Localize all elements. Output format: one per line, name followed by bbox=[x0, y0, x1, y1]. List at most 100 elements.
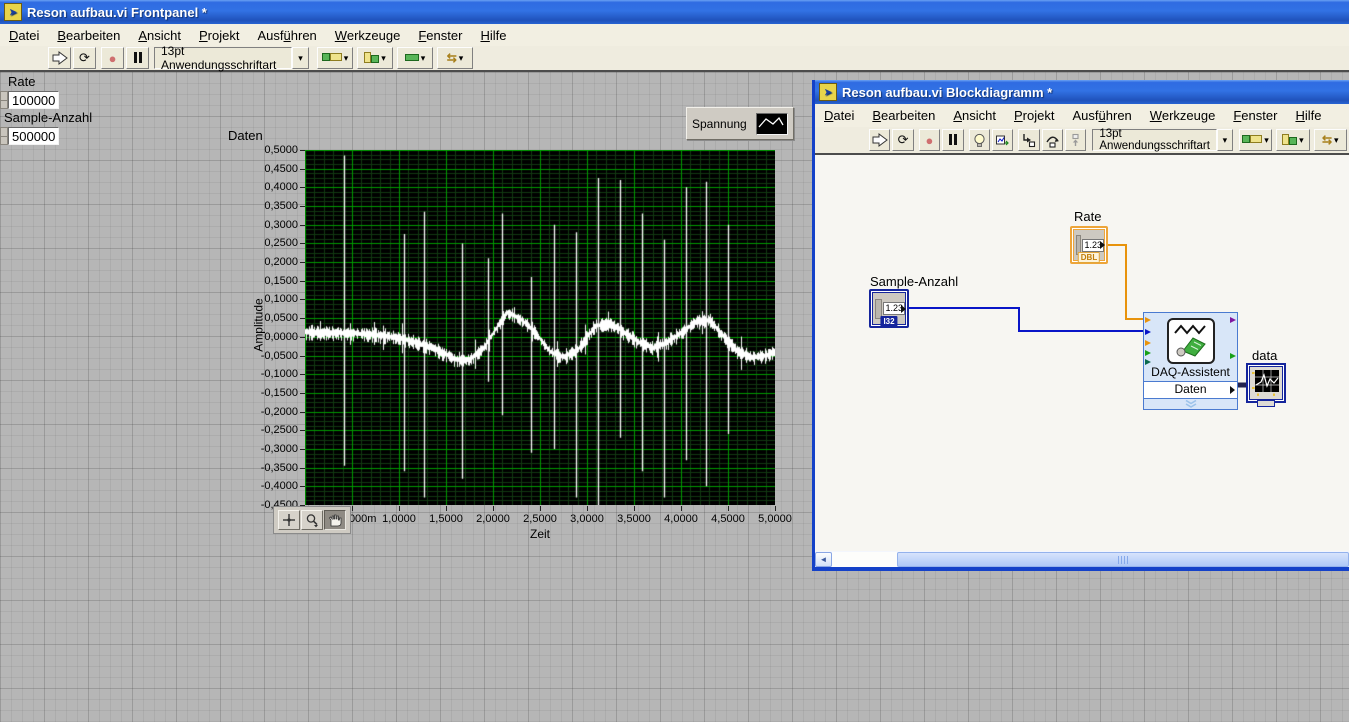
y-tick-mark bbox=[300, 486, 305, 487]
menu-fenster[interactable]: Fenster bbox=[409, 26, 471, 45]
highlight-execution-button[interactable] bbox=[968, 129, 990, 151]
graph-palette bbox=[273, 506, 351, 534]
front-panel-toolbar: ⟳ ● 13pt Anwendungsschriftart ▾ ▾ ▾ ▾ ⇆ … bbox=[0, 44, 1349, 72]
labview-vi-icon: ➤ bbox=[819, 83, 837, 101]
distribute-objects-dropdown[interactable]: ▾ bbox=[1276, 129, 1310, 151]
menu-bearbeiten[interactable]: Bearbeiten bbox=[863, 106, 944, 125]
daq-assistant-node[interactable]: DAQ-Assistent Daten bbox=[1143, 312, 1238, 410]
stop-button[interactable]: ● bbox=[918, 129, 941, 151]
reorder-icon: ⇆ bbox=[1321, 133, 1332, 147]
font-selector-arrow[interactable]: ▾ bbox=[292, 47, 309, 69]
font-selector[interactable]: 13pt Anwendungsschriftart bbox=[154, 44, 292, 72]
menu-bearbeiten[interactable]: Bearbeiten bbox=[48, 26, 129, 45]
cursor-tool-button[interactable] bbox=[278, 510, 300, 530]
menu-fenster[interactable]: Fenster bbox=[1224, 106, 1286, 125]
chevron-down-icon: ▾ bbox=[381, 52, 386, 63]
step-out-button[interactable] bbox=[1065, 129, 1087, 151]
y-tick-mark bbox=[300, 412, 305, 413]
samples-input[interactable]: 500000 bbox=[8, 127, 59, 145]
chart-legend[interactable]: Spannung bbox=[686, 107, 794, 140]
x-tick-mark bbox=[587, 506, 588, 511]
menu-ansicht[interactable]: Ansicht bbox=[944, 106, 1005, 125]
step-into-button[interactable] bbox=[1018, 129, 1040, 151]
chevron-down-icon: ▾ bbox=[1299, 134, 1304, 145]
zoom-tool-button[interactable] bbox=[301, 510, 323, 530]
front-panel-titlebar[interactable]: ➤ Reson aufbau.vi Frontpanel * bbox=[0, 0, 1349, 24]
menu-projekt[interactable]: Projekt bbox=[1005, 106, 1064, 125]
menu-ansicht[interactable]: Ansicht bbox=[129, 26, 190, 45]
step-over-button[interactable] bbox=[1041, 129, 1063, 151]
resize-objects-icon bbox=[404, 53, 419, 63]
rate-spinner[interactable] bbox=[0, 91, 8, 109]
y-tick-mark bbox=[300, 187, 305, 188]
x-tick-mark bbox=[728, 506, 729, 511]
horizontal-scrollbar[interactable]: ◄ bbox=[815, 551, 1349, 567]
rate-type-tag: DBL bbox=[1077, 252, 1101, 263]
chevron-down-icon: ▾ bbox=[1264, 134, 1269, 145]
waveform-chart-plot-area[interactable] bbox=[305, 150, 775, 505]
run-continuous-button[interactable]: ⟳ bbox=[892, 129, 914, 151]
y-tick-label: 0,3500 bbox=[264, 200, 298, 213]
samples-type-tag: I32 bbox=[880, 316, 898, 327]
menu-werkzeuge[interactable]: Werkzeuge bbox=[1141, 106, 1225, 125]
pan-tool-button[interactable] bbox=[324, 510, 346, 530]
pause-button[interactable] bbox=[126, 47, 149, 69]
align-objects-icon bbox=[1242, 135, 1263, 145]
x-tick-label: 5,0000 bbox=[758, 513, 792, 525]
menu-ausführen[interactable]: Ausführen bbox=[248, 26, 325, 45]
run-button[interactable] bbox=[869, 129, 891, 151]
legend-plot-sample-icon[interactable] bbox=[756, 112, 788, 135]
retain-wire-values-button[interactable] bbox=[991, 129, 1014, 151]
y-tick-label: -0,3500 bbox=[260, 461, 298, 474]
step-into-icon bbox=[1023, 133, 1036, 147]
expand-chevron-icon[interactable] bbox=[1144, 399, 1237, 409]
scrollbar-track[interactable] bbox=[832, 551, 897, 567]
menu-datei[interactable]: Datei bbox=[815, 106, 863, 125]
menu-ausführen[interactable]: Ausführen bbox=[1063, 106, 1140, 125]
menu-hilfe[interactable]: Hilfe bbox=[471, 26, 515, 45]
legend-entry-label: Spannung bbox=[692, 116, 747, 131]
menu-werkzeuge[interactable]: Werkzeuge bbox=[326, 26, 410, 45]
samples-spinner[interactable] bbox=[0, 127, 8, 145]
input-pin-icon bbox=[1145, 340, 1151, 346]
pause-button[interactable] bbox=[942, 129, 964, 151]
x-tick-mark bbox=[493, 506, 494, 511]
menu-datei[interactable]: Datei bbox=[0, 26, 48, 45]
resize-objects-dropdown[interactable]: ▾ bbox=[397, 47, 433, 69]
font-selector-arrow[interactable]: ▾ bbox=[1216, 129, 1233, 151]
pause-icon bbox=[948, 133, 958, 148]
scroll-left-button[interactable]: ◄ bbox=[815, 551, 832, 567]
run-button[interactable] bbox=[48, 47, 71, 69]
y-tick-mark bbox=[300, 150, 305, 151]
x-tick-mark bbox=[634, 506, 635, 511]
menu-hilfe[interactable]: Hilfe bbox=[1286, 106, 1330, 125]
chart-title: Daten bbox=[228, 128, 263, 143]
align-objects-dropdown[interactable]: ▾ bbox=[1238, 129, 1273, 151]
align-objects-dropdown[interactable]: ▾ bbox=[317, 47, 353, 69]
input-pin-icon bbox=[1145, 329, 1151, 335]
block-diagram-canvas[interactable]: Rate 1.23 DBL Sample-Anzahl 1.23 I32 DAQ… bbox=[815, 155, 1349, 551]
run-continuous-button[interactable]: ⟳ bbox=[73, 47, 96, 69]
reorder-dropdown[interactable]: ⇆ ▾ bbox=[1313, 129, 1347, 151]
samples-terminal[interactable]: 1.23 I32 bbox=[869, 289, 909, 328]
y-tick-label: -0,4000 bbox=[260, 480, 298, 493]
waveform-graph-icon bbox=[1249, 366, 1283, 400]
stop-button[interactable]: ● bbox=[101, 47, 124, 69]
x-tick-mark bbox=[399, 506, 400, 511]
rate-input[interactable]: 100000 bbox=[8, 91, 59, 109]
data-indicator-terminal[interactable] bbox=[1246, 363, 1286, 407]
reorder-dropdown[interactable]: ⇆ ▾ bbox=[437, 47, 473, 69]
block-diagram-titlebar[interactable]: ➤ Reson aufbau.vi Blockdiagramm * bbox=[815, 80, 1349, 104]
scrollbar-thumb[interactable] bbox=[897, 551, 1349, 567]
reorder-icon: ⇆ bbox=[446, 51, 457, 65]
distribute-objects-icon bbox=[364, 51, 380, 65]
y-tick-label: 0,4000 bbox=[264, 181, 298, 194]
menu-projekt[interactable]: Projekt bbox=[190, 26, 249, 45]
rate-terminal[interactable]: 1.23 DBL bbox=[1070, 226, 1108, 264]
step-out-icon bbox=[1072, 133, 1079, 146]
y-tick-mark bbox=[300, 374, 305, 375]
distribute-objects-dropdown[interactable]: ▾ bbox=[357, 47, 393, 69]
daq-output-daten[interactable]: Daten bbox=[1144, 381, 1237, 399]
font-selector[interactable]: 13pt Anwendungsschriftart bbox=[1092, 128, 1217, 152]
input-pin-icon bbox=[1145, 350, 1151, 356]
